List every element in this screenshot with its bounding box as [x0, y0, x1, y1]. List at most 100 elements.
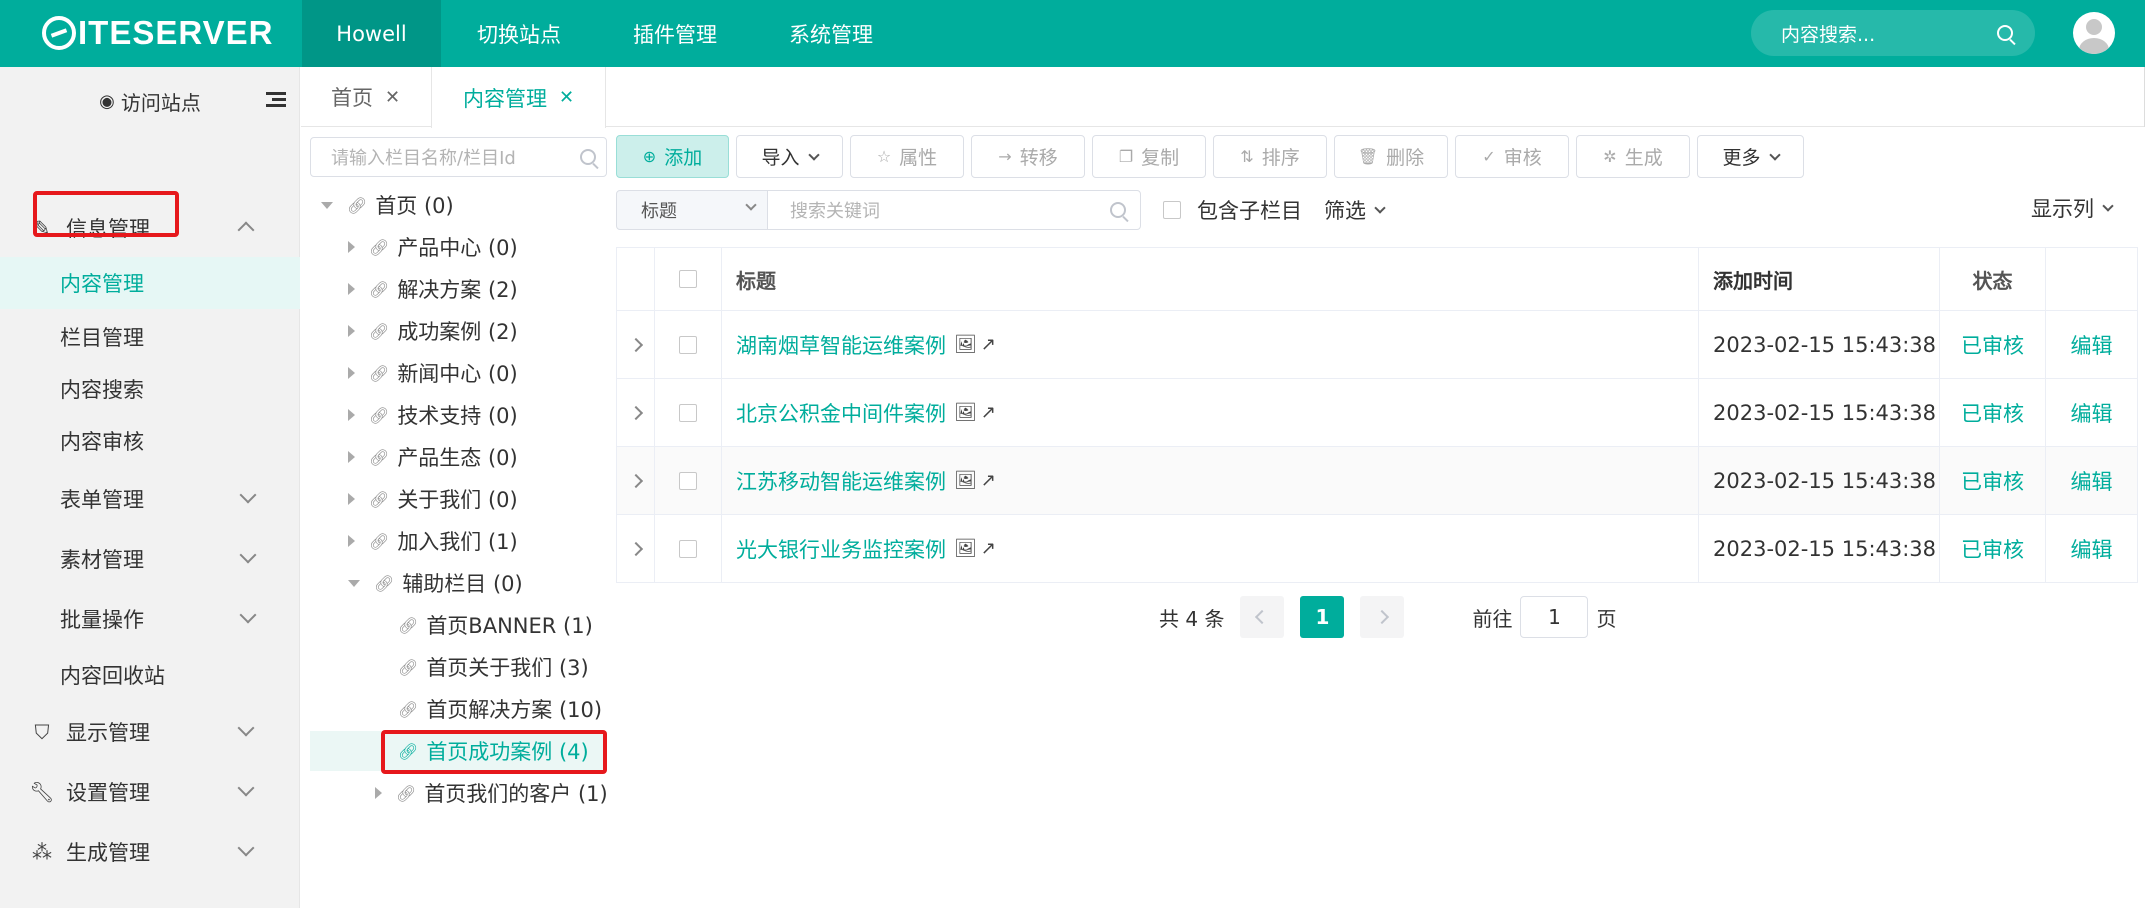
caret-right-icon[interactable] [348, 493, 355, 505]
tree-node-child[interactable]: 🔗︎ 首页关于我们 (3) [398, 647, 589, 687]
caret-right-icon[interactable] [375, 787, 382, 799]
tree-node[interactable]: 🔗︎ 技术支持 (0) [348, 395, 518, 435]
user-avatar[interactable] [2073, 12, 2115, 54]
next-page-button[interactable] [1360, 596, 1405, 638]
content-search-box[interactable]: 内容搜索... [1751, 10, 2035, 56]
search-icon[interactable] [1997, 25, 2013, 41]
caret-right-icon[interactable] [348, 283, 355, 295]
row-status[interactable]: 已审核 [1940, 311, 2046, 378]
tree-node[interactable]: 🔗︎ 解决方案 (2) [348, 269, 518, 309]
row-checkbox[interactable] [679, 403, 697, 422]
tree-node[interactable]: 🔗︎ 新闻中心 (0) [348, 353, 518, 393]
delete-button[interactable]: 🗑︎ 删除 [1334, 135, 1448, 178]
move-button[interactable]: → 转移 [971, 135, 1085, 178]
caret-right-icon[interactable] [348, 241, 355, 253]
menu-group-settings[interactable]: 🔧︎ 设置管理 [0, 764, 300, 820]
sidebar-item-content-review[interactable]: 内容审核 [0, 415, 300, 467]
header-title[interactable]: 标题 [722, 248, 1699, 310]
select-all-checkbox[interactable] [679, 270, 697, 288]
close-icon[interactable]: ✕ [559, 87, 574, 108]
row-checkbox[interactable] [679, 539, 697, 558]
copy-button[interactable]: ❐ 复制 [1092, 135, 1206, 178]
caret-right-icon[interactable] [348, 535, 355, 547]
row-edit-link[interactable]: 编辑 [2046, 379, 2138, 446]
row-checkbox[interactable] [679, 471, 697, 490]
site-logo[interactable]: ITESERVER [42, 10, 273, 56]
tree-node[interactable]: 🔗︎ 产品中心 (0) [348, 227, 518, 267]
caret-right-icon[interactable] [348, 367, 355, 379]
tree-node[interactable]: 🔗︎ 关于我们 (0) [348, 479, 518, 519]
row-edit-link[interactable]: 编辑 [2046, 515, 2138, 582]
sidebar-collapse-icon[interactable] [266, 92, 286, 108]
display-columns-dropdown[interactable]: 显示列 [2031, 190, 2114, 226]
topnav-site-howell[interactable]: Howell [302, 0, 441, 67]
row-title-link[interactable]: 江苏移动智能运维案例 [736, 466, 946, 496]
tree-node-root[interactable]: 🔗︎ 首页 (0) [321, 185, 454, 225]
include-sub-checkbox[interactable]: 包含子栏目 [1163, 192, 1302, 228]
search-icon[interactable] [1110, 202, 1126, 218]
row-status[interactable]: 已审核 [1940, 379, 2046, 446]
topnav-switch-site[interactable]: 切换站点 [441, 0, 597, 67]
row-checkbox[interactable] [679, 335, 697, 354]
image-external-link-icon[interactable]: 🖼︎↗ [954, 470, 1000, 491]
topnav-system[interactable]: 系统管理 [753, 0, 909, 67]
row-status[interactable]: 已审核 [1940, 515, 2046, 582]
search-field-select[interactable]: 标题 [616, 190, 768, 230]
row-edit-link[interactable]: 编辑 [2046, 447, 2138, 514]
visit-site-link[interactable]: ◉ 访问站点 [0, 67, 300, 136]
search-icon[interactable] [580, 149, 596, 165]
sidebar-item-batch-ops[interactable]: 批量操作 [0, 593, 300, 645]
sidebar-item-form-manage[interactable]: 表单管理 [0, 473, 300, 525]
sidebar-item-recycle[interactable]: 内容回收站 [0, 649, 300, 701]
sort-button[interactable]: ⇅ 排序 [1213, 135, 1327, 178]
checkbox[interactable] [1163, 201, 1181, 219]
import-button[interactable]: 导入 [736, 135, 843, 178]
filter-dropdown[interactable]: 筛选 [1324, 192, 1386, 228]
topnav-plugins[interactable]: 插件管理 [597, 0, 753, 67]
tree-node[interactable]: 🔗︎ 辅助栏目 (0) [348, 563, 523, 603]
tree-search-input[interactable]: 请输入栏目名称/栏目Id [310, 137, 607, 177]
tree-node[interactable]: 🔗︎ 加入我们 (1) [348, 521, 518, 561]
sidebar-item-material-manage[interactable]: 素材管理 [0, 533, 300, 585]
caret-right-icon[interactable] [348, 325, 355, 337]
tree-node[interactable]: 🔗︎ 成功案例 (2) [348, 311, 518, 351]
row-edit-link[interactable]: 编辑 [2046, 311, 2138, 378]
more-button[interactable]: 更多 [1697, 135, 1804, 178]
row-expand[interactable] [616, 515, 655, 582]
caret-down-icon[interactable] [321, 201, 333, 209]
row-status[interactable]: 已审核 [1940, 447, 2046, 514]
add-button[interactable]: ⊕ 添加 [616, 135, 729, 178]
tab-home[interactable]: 首页 ✕ [331, 67, 400, 127]
goto-page-input[interactable]: 1 [1520, 596, 1589, 638]
menu-group-display[interactable]: ⛉ 显示管理 [0, 704, 300, 760]
row-title-link[interactable]: 北京公积金中间件案例 [736, 398, 946, 428]
keyword-search-input[interactable]: 搜索关键词 [767, 190, 1141, 230]
row-expand[interactable] [616, 447, 655, 514]
caret-down-icon[interactable] [348, 579, 360, 587]
header-time[interactable]: 添加时间 [1699, 248, 1940, 310]
tab-content-manage[interactable]: 内容管理 ✕ [431, 67, 606, 128]
page-number-current[interactable]: 1 [1300, 596, 1345, 638]
image-external-link-icon[interactable]: 🖼︎↗ [954, 402, 1000, 423]
sidebar-item-column-manage[interactable]: 栏目管理 [0, 311, 300, 363]
row-expand[interactable] [616, 379, 655, 446]
row-title-link[interactable]: 湖南烟草智能运维案例 [736, 330, 946, 360]
tree-node-child[interactable]: 🔗︎ 首页我们的客户 (1) [375, 773, 608, 813]
review-button[interactable]: ✓ 审核 [1455, 135, 1569, 178]
image-external-link-icon[interactable]: 🖼︎↗ [954, 538, 1000, 559]
attr-button[interactable]: ☆ 属性 [850, 135, 964, 178]
generate-button[interactable]: ✲ 生成 [1576, 135, 1690, 178]
row-expand[interactable] [616, 311, 655, 378]
tree-node-child[interactable]: 🔗︎ 首页解决方案 (10) [398, 689, 602, 729]
menu-group-generate[interactable]: ⁂ 生成管理 [0, 824, 300, 880]
caret-right-icon[interactable] [348, 409, 355, 421]
sidebar-item-content-manage[interactable]: 内容管理 [0, 257, 300, 309]
sidebar-item-content-search[interactable]: 内容搜索 [0, 363, 300, 415]
tree-node-child[interactable]: 🔗︎ 首页BANNER (1) [398, 605, 593, 645]
row-title-link[interactable]: 光大银行业务监控案例 [736, 534, 946, 564]
image-external-link-icon[interactable]: 🖼︎↗ [954, 334, 1000, 355]
close-icon[interactable]: ✕ [385, 87, 400, 108]
prev-page-button[interactable] [1240, 596, 1285, 638]
caret-right-icon[interactable] [348, 451, 355, 463]
tree-node[interactable]: 🔗︎ 产品生态 (0) [348, 437, 518, 477]
